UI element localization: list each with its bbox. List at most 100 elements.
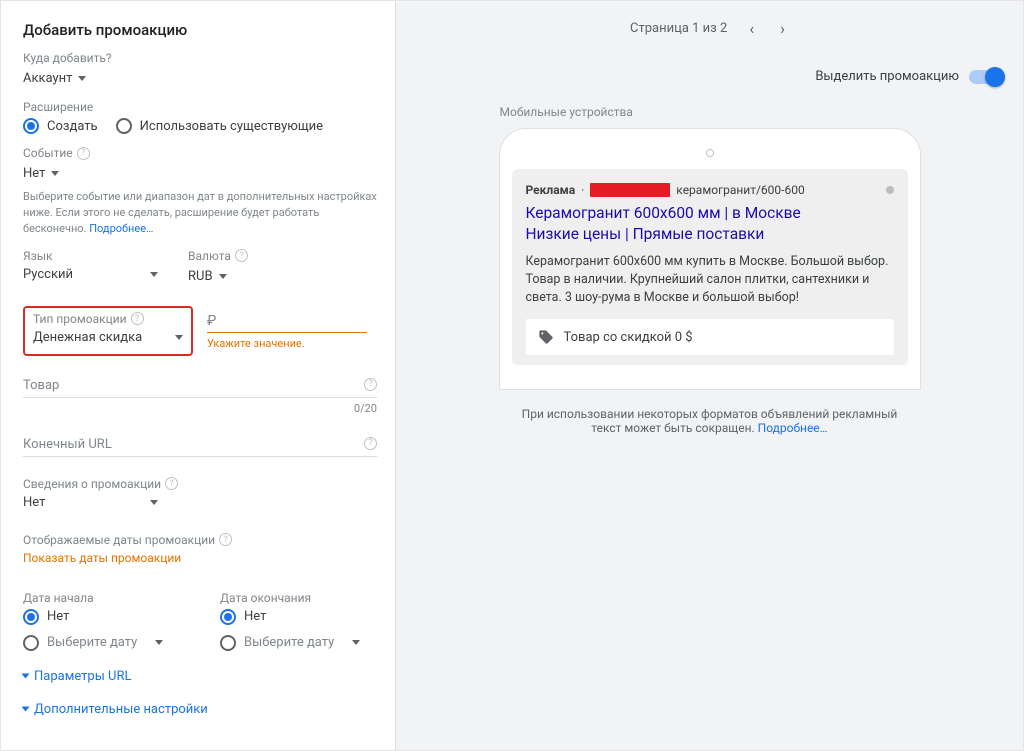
final-url-input[interactable]: Конечный URL	[23, 431, 377, 457]
ad-description: Керамогранит 600х600 мм купить в Москве.…	[526, 253, 894, 307]
currency-label-text: Валюта	[188, 249, 231, 263]
pager: Страница 1 из 2 ‹ ›	[396, 13, 1023, 43]
caret-icon	[150, 500, 158, 505]
caret-icon	[150, 272, 158, 277]
radio-icon	[220, 609, 236, 625]
help-icon[interactable]	[77, 147, 90, 160]
language-dropdown[interactable]: Русский	[23, 267, 158, 285]
currency-value: RUB	[188, 269, 213, 284]
ad-info-icon	[886, 186, 894, 194]
end-date-none-radio[interactable]: Нет	[220, 609, 377, 625]
expand-label: Дополнительные настройки	[34, 702, 208, 717]
footer-note-link[interactable]: Подробнее…	[758, 421, 828, 435]
preview-footer-note: При использовании некоторых форматов объ…	[500, 407, 920, 435]
help-icon[interactable]	[131, 312, 144, 325]
promo-details-dropdown[interactable]: Нет	[23, 495, 158, 513]
radio-label: Выберите дату	[244, 635, 334, 650]
end-date-pick-radio[interactable]: Выберите дату	[220, 635, 377, 651]
preview-device-label: Мобильные устройства	[500, 105, 920, 119]
radio-label: Нет	[244, 609, 266, 624]
promo-type-highlight: Тип промоакции Денежная скидка	[23, 306, 193, 356]
radio-icon	[116, 118, 132, 134]
radio-label: Создать	[47, 119, 98, 134]
display-dates-label: Отображаемые даты промоакции	[23, 533, 377, 547]
chevron-down-icon	[22, 674, 30, 679]
help-icon[interactable]	[165, 477, 178, 490]
help-icon[interactable]	[364, 378, 377, 391]
pager-next-button[interactable]: ›	[776, 19, 789, 38]
event-value: Нет	[23, 166, 45, 181]
promo-type-label: Тип промоакции	[33, 312, 183, 326]
caret-icon	[219, 274, 227, 279]
radio-label: Нет	[47, 609, 69, 624]
pager-text: Страница 1 из 2	[630, 21, 727, 36]
item-input[interactable]: Товар	[23, 372, 377, 398]
event-note: Выберите событие или диапазон дат в допо…	[23, 189, 377, 237]
radio-icon	[23, 609, 39, 625]
event-note-text: Выберите событие или диапазон дат в допо…	[23, 190, 377, 235]
event-label-text: Событие	[23, 146, 73, 160]
extension-create-radio[interactable]: Создать	[23, 118, 98, 134]
start-date-none-radio[interactable]: Нет	[23, 609, 180, 625]
pager-prev-button[interactable]: ‹	[745, 19, 758, 38]
radio-icon	[23, 118, 39, 134]
caret-icon	[78, 76, 86, 81]
promo-details-value: Нет	[23, 495, 45, 510]
promo-type-value: Денежная скидка	[33, 330, 142, 345]
help-icon[interactable]	[364, 437, 377, 450]
final-url-placeholder: Конечный URL	[23, 437, 112, 452]
help-icon[interactable]	[235, 249, 248, 262]
item-counter: 0/20	[23, 402, 377, 415]
extension-existing-radio[interactable]: Использовать существующие	[116, 118, 323, 134]
ad-card: Реклама · xxxxxxxxxxx керамогранит/600-6…	[512, 169, 908, 365]
extension-label: Расширение	[23, 100, 377, 114]
ad-badge: Реклама	[526, 183, 576, 197]
promo-value-error: Укажите значение.	[207, 337, 367, 350]
add-to-value: Аккаунт	[23, 71, 72, 86]
language-label: Язык	[23, 249, 158, 263]
phone-camera-icon	[706, 149, 714, 157]
expand-label: Параметры URL	[34, 669, 132, 684]
url-parameters-expand[interactable]: Параметры URL	[23, 669, 377, 684]
currency-label: Валюта	[188, 249, 248, 263]
start-date-pick-radio[interactable]: Выберите дату	[23, 635, 180, 651]
promo-value-input[interactable]: ₽	[207, 309, 367, 333]
item-placeholder: Товар	[23, 378, 59, 393]
tag-icon	[538, 329, 554, 345]
promo-type-dropdown[interactable]: Денежная скидка	[33, 330, 183, 348]
caret-icon	[352, 640, 360, 645]
phone-preview: Реклама · xxxxxxxxxxx керамогранит/600-6…	[500, 129, 920, 389]
add-to-dropdown[interactable]: Аккаунт	[23, 69, 86, 88]
promo-chip-text: Товар со скидкой 0 $	[564, 330, 693, 345]
caret-icon	[175, 335, 183, 340]
ad-headline[interactable]: Керамогранит 600х600 мм | в Москве Низки…	[526, 203, 894, 245]
form-panel: Добавить промоакцию Куда добавить? Аккау…	[1, 1, 396, 750]
advanced-settings-expand[interactable]: Дополнительные настройки	[23, 702, 377, 717]
chevron-down-icon	[22, 707, 30, 712]
help-icon[interactable]	[219, 533, 232, 546]
page-title: Добавить промоакцию	[23, 21, 377, 39]
preview-panel: Страница 1 из 2 ‹ › Выделить промоакцию …	[396, 1, 1023, 750]
promo-details-label-text: Сведения о промоакции	[23, 477, 161, 491]
caret-icon	[155, 640, 163, 645]
promo-type-label-text: Тип промоакции	[33, 312, 127, 326]
highlight-promo-toggle[interactable]	[969, 70, 1003, 84]
ad-headline-line2: Низкие цены | Прямые поставки	[526, 225, 765, 243]
end-date-label: Дата окончания	[220, 591, 377, 605]
event-label: Событие	[23, 146, 377, 160]
ad-url-path: керамогранит/600-600	[676, 183, 804, 197]
event-dropdown[interactable]: Нет	[23, 164, 59, 183]
show-display-dates-link[interactable]: Показать даты промоакции	[23, 551, 377, 565]
radio-label: Выберите дату	[47, 635, 137, 650]
ruble-icon: ₽	[207, 313, 216, 329]
radio-icon	[23, 635, 39, 651]
ad-headline-line1: Керамогранит 600х600 мм | в Москве	[526, 204, 801, 222]
footer-note-text: При использовании некоторых форматов объ…	[522, 407, 898, 435]
highlight-promo-row: Выделить промоакцию	[815, 69, 1003, 84]
display-dates-label-text: Отображаемые даты промоакции	[23, 533, 215, 547]
ad-domain-redacted: xxxxxxxxxxx	[590, 183, 670, 197]
currency-dropdown[interactable]: RUB	[188, 267, 227, 286]
highlight-promo-label: Выделить промоакцию	[815, 69, 959, 84]
caret-icon	[51, 171, 59, 176]
event-note-link[interactable]: Подробнее…	[89, 222, 153, 235]
